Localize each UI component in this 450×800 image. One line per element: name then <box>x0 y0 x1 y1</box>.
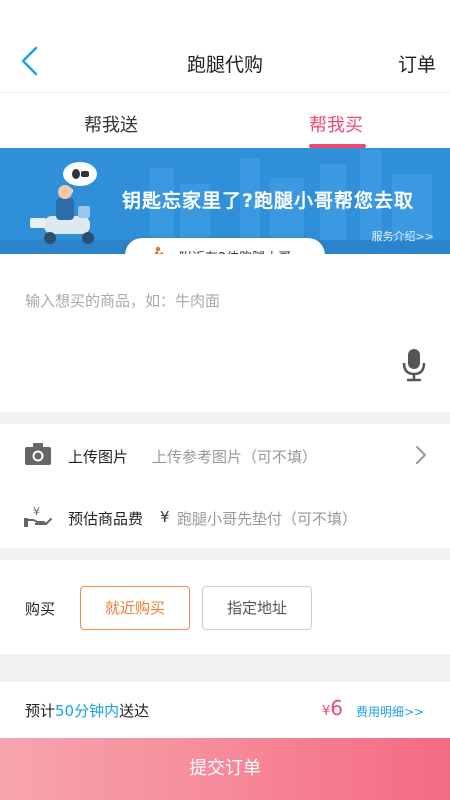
svg-text:¥: ¥ <box>33 505 40 518</box>
delivery-estimate-card: 预计50分钟内送达 ¥6 费用明细>> <box>0 682 450 738</box>
upload-image-row[interactable]: 上传图片 上传参考图片（可不填） <box>0 424 450 486</box>
goods-input[interactable] <box>25 292 385 310</box>
tab-help-me-buy[interactable]: 帮我买 <box>309 111 363 137</box>
eta-time: 50分钟内 <box>55 702 120 720</box>
specified-address-option[interactable]: 指定地址 <box>202 586 312 630</box>
service-intro-link[interactable]: 服务介绍>> <box>372 228 434 244</box>
banner-headline: 钥匙忘家里了?跑腿小哥帮您去取 <box>122 190 415 212</box>
submit-order-button[interactable]: 提交订单 <box>0 738 450 800</box>
eta-prefix: 预计 <box>25 702 56 720</box>
eta-suffix: 送达 <box>119 702 150 720</box>
tab-help-me-send[interactable]: 帮我送 <box>84 111 138 137</box>
currency-symbol: ¥ <box>160 508 170 526</box>
estimated-goods-fee-row[interactable]: ¥ 预估商品费 ¥ 跑腿小哥先垫付（可不填） <box>0 486 450 548</box>
purchase-method-card: 购买 就近购买 指定地址 <box>0 560 450 654</box>
price-value: 6 <box>330 696 344 720</box>
money-hand-icon: ¥ <box>24 505 52 527</box>
camera-icon <box>25 443 51 465</box>
delivery-estimate-text: 预计50分钟内送达 <box>25 700 149 721</box>
estimated-goods-fee-label: 预估商品费 <box>68 510 144 528</box>
fee-detail-link[interactable]: 费用明细>> <box>356 703 424 720</box>
upload-image-label: 上传图片 <box>68 448 129 466</box>
orders-button[interactable]: 订单 <box>398 50 436 77</box>
tab-bar: 帮我送 帮我买 <box>0 92 450 148</box>
price: ¥6 <box>322 696 343 720</box>
goods-input-card <box>0 254 450 412</box>
upload-image-hint: 上传参考图片（可不填） <box>152 448 318 466</box>
estimated-goods-fee-hint: 跑腿小哥先垫付（可不填） <box>177 510 358 528</box>
header: 跑腿代购 订单 <box>0 0 450 92</box>
page-title: 跑腿代购 <box>186 54 263 76</box>
purchase-method-label: 购买 <box>25 600 56 618</box>
info-card: 上传图片 上传参考图片（可不填） ¥ 预估商品费 ¥ 跑腿小哥先垫付（可不填） <box>0 424 450 548</box>
errand-purchase-page: 跑腿代购 订单 帮我送 帮我买 钥匙忘家里了?跑腿小哥帮您去取 服务介绍>> 输… <box>0 0 450 800</box>
buy-nearby-option[interactable]: 就近购买 <box>80 586 190 630</box>
microphone-icon[interactable] <box>402 348 426 382</box>
chevron-right-icon <box>416 446 426 464</box>
